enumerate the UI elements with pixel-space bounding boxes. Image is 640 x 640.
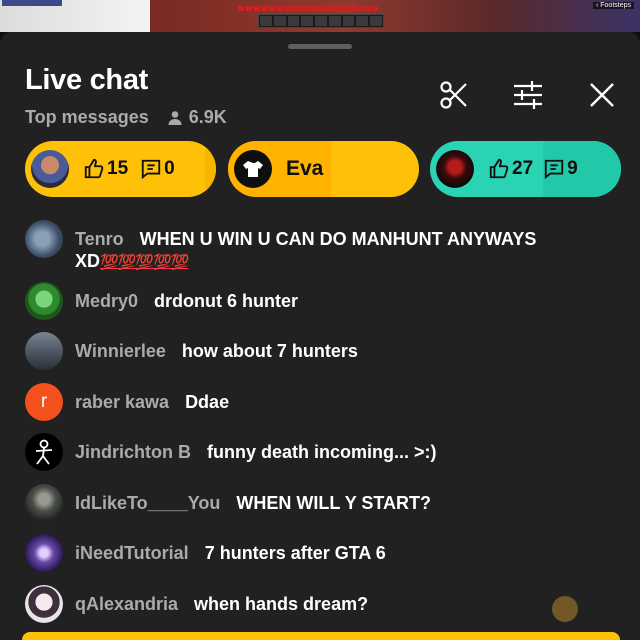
avatar[interactable]: r bbox=[25, 383, 63, 421]
live-chat-panel: Live chat Top messages 6.9K 15 0 Eva 27 … bbox=[0, 32, 640, 640]
avatar[interactable] bbox=[25, 484, 63, 522]
chat-message[interactable]: Tenro WHEN U WIN U CAN DO MANHUNT ANYWAYS… bbox=[25, 220, 585, 274]
message-author[interactable]: iNeedTutorial bbox=[75, 543, 189, 563]
thumbs-up-icon bbox=[489, 158, 509, 179]
comment-icon bbox=[141, 159, 161, 180]
smiley-icon[interactable] bbox=[552, 596, 578, 622]
panel-title: Live chat bbox=[25, 64, 149, 96]
message-author[interactable]: raber kawa bbox=[75, 392, 169, 412]
game-hotbar bbox=[258, 14, 384, 28]
avatar[interactable] bbox=[25, 282, 63, 320]
comment-count: 9 bbox=[543, 158, 578, 180]
message-text: 7 hunters after GTA 6 bbox=[204, 543, 386, 563]
drag-handle[interactable] bbox=[288, 44, 352, 49]
avatar[interactable] bbox=[25, 433, 63, 471]
video-game-area bbox=[150, 0, 640, 32]
chat-message[interactable]: iNeedTutorial 7 hunters after GTA 6 bbox=[25, 534, 585, 572]
message-author[interactable]: qAlexandria bbox=[75, 594, 178, 614]
highlight-pill-2[interactable]: Eva bbox=[228, 141, 419, 197]
chat-mode-label: Top messages bbox=[25, 107, 149, 127]
avatar bbox=[234, 150, 272, 188]
message-author[interactable]: IdLikeTo____You bbox=[75, 493, 220, 513]
hundred-emoji: 💯💯💯💯💯 bbox=[100, 254, 189, 271]
avatar bbox=[436, 150, 474, 188]
chat-input-bar[interactable] bbox=[22, 632, 620, 640]
shirt-icon bbox=[243, 161, 263, 177]
like-count: 15 bbox=[83, 158, 128, 180]
message-author[interactable]: Medry0 bbox=[75, 291, 138, 311]
highlight-user-name: Eva bbox=[286, 157, 324, 180]
like-count: 27 bbox=[488, 158, 533, 180]
message-text: when hands dream? bbox=[194, 594, 369, 614]
video-preview[interactable]: ‹ Footsteps bbox=[0, 0, 640, 32]
stick-figure-icon bbox=[35, 439, 53, 465]
game-health-bar bbox=[238, 6, 378, 11]
person-icon bbox=[167, 110, 183, 126]
chat-message[interactable]: Winnierlee how about 7 hunters bbox=[25, 332, 585, 370]
scissors-icon bbox=[439, 80, 469, 115]
chat-message[interactable]: IdLikeTo____You WHEN WILL Y START? bbox=[25, 484, 585, 522]
message-text: funny death incoming... >:) bbox=[207, 442, 437, 462]
video-overlay-label: ‹ Footsteps bbox=[592, 2, 634, 9]
message-text: WHEN WILL Y START? bbox=[236, 493, 432, 513]
clip-button[interactable] bbox=[437, 80, 471, 114]
chat-message[interactable]: qAlexandria when hands dream? bbox=[25, 585, 585, 623]
highlight-pill-1[interactable]: 15 0 bbox=[25, 141, 216, 197]
message-text: drdonut 6 hunter bbox=[154, 291, 299, 311]
message-text: how about 7 hunters bbox=[181, 341, 358, 361]
message-author[interactable]: Jindrichton B bbox=[75, 442, 191, 462]
viewer-count: 6.9K bbox=[188, 107, 227, 127]
message-body: Tenro WHEN U WIN U CAN DO MANHUNT ANYWAYS… bbox=[75, 220, 585, 274]
thumbs-up-icon bbox=[84, 158, 104, 179]
close-icon bbox=[589, 82, 615, 113]
message-text: Ddae bbox=[185, 392, 230, 412]
avatar[interactable] bbox=[25, 534, 63, 572]
filter-button[interactable] bbox=[511, 80, 545, 114]
chat-mode-selector[interactable]: Top messages 6.9K bbox=[25, 107, 227, 128]
video-webcam-area bbox=[0, 0, 150, 32]
avatar[interactable] bbox=[25, 220, 63, 258]
avatar[interactable] bbox=[25, 332, 63, 370]
message-author[interactable]: Winnierlee bbox=[75, 341, 166, 361]
chat-message[interactable]: Jindrichton B funny death incoming... >:) bbox=[25, 433, 585, 471]
chat-message[interactable]: Medry0 drdonut 6 hunter bbox=[25, 282, 585, 320]
chat-message[interactable]: r raber kawa Ddae bbox=[25, 383, 585, 421]
close-button[interactable] bbox=[585, 80, 619, 114]
comment-icon bbox=[544, 159, 564, 180]
message-author[interactable]: Tenro bbox=[75, 229, 124, 249]
highlight-pill-3[interactable]: 27 9 bbox=[430, 141, 621, 197]
avatar bbox=[31, 150, 69, 188]
tune-icon bbox=[512, 80, 544, 115]
avatar[interactable] bbox=[25, 585, 63, 623]
comment-count: 0 bbox=[140, 158, 175, 180]
